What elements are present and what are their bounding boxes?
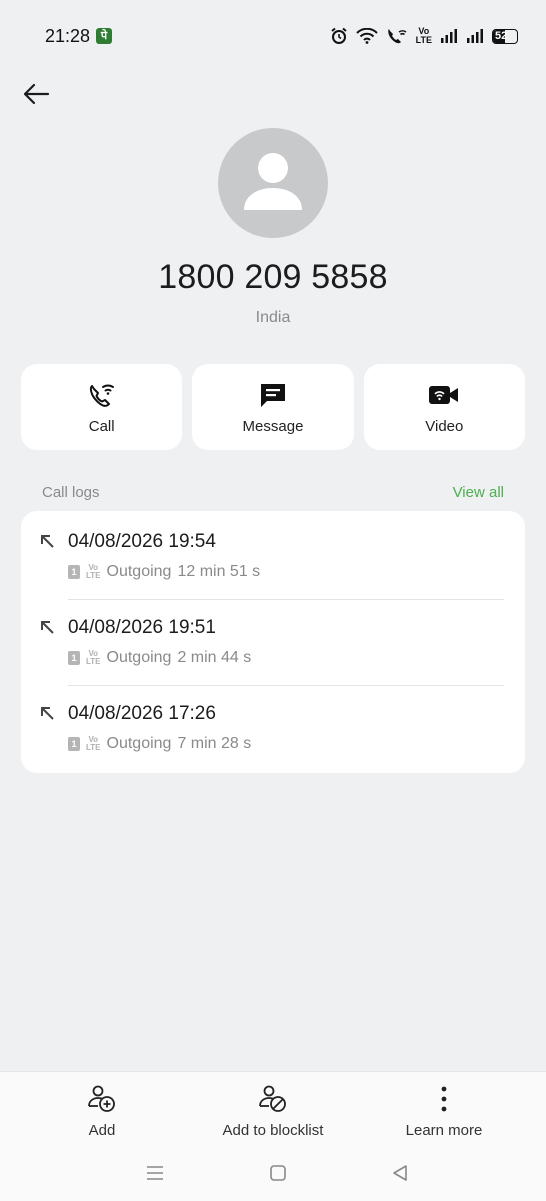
back-arrow-icon [23, 83, 50, 105]
action-buttons: Call Message Video [21, 364, 525, 450]
call-datetime: 04/08/2026 19:51 [68, 617, 216, 638]
signal-icon-2 [466, 28, 484, 44]
sim1-icon: 1 [68, 737, 80, 751]
message-button[interactable]: Message [192, 364, 354, 450]
wifi-call-icon [88, 380, 116, 410]
blocklist-label: Add to blocklist [222, 1122, 324, 1139]
call-logs-card: 04/08/2026 19:54 1 Vo LTE Outgoing 12 min… [21, 511, 525, 773]
home-icon[interactable] [266, 1162, 290, 1184]
battery-level: 52 [495, 29, 508, 42]
add-contact-icon [87, 1084, 117, 1114]
phonepe-notification-icon: पे [96, 28, 112, 44]
outgoing-call-icon [39, 705, 55, 726]
wifi-calling-icon [386, 27, 408, 45]
call-duration: 12 min 51 s [177, 563, 261, 580]
video-label: Video [425, 417, 464, 435]
video-button[interactable]: Video [363, 364, 525, 450]
status-time: 21:28 [45, 26, 91, 46]
volte-icon: Vo LTE [86, 735, 101, 752]
call-log-item[interactable]: 04/08/2026 19:51 1 Vo LTE Outgoing 2 min … [21, 597, 525, 683]
battery-icon: 52 [492, 28, 518, 44]
system-navigation-bar [0, 1162, 546, 1184]
learn-more-button[interactable]: Learn more [364, 1084, 524, 1139]
call-meta: 1 Vo LTE Outgoing 2 min 44 s [68, 649, 251, 667]
alarm-icon [330, 27, 348, 45]
bottom-action-bar: Add Add to blocklist Learn more [0, 1071, 546, 1201]
status-bar: 21:28 पे Vo LTE 52 [0, 0, 546, 72]
volte-icon: Vo LTE [86, 563, 101, 580]
message-label: Message [242, 417, 304, 435]
call-duration: 2 min 44 s [177, 649, 252, 666]
volte-icon: Vo LTE [86, 649, 101, 666]
view-all-link[interactable]: View all [453, 484, 504, 501]
add-contact-button[interactable]: Add [22, 1084, 182, 1139]
avatar [218, 128, 328, 238]
sim1-icon: 1 [68, 651, 80, 665]
call-duration: 7 min 28 s [177, 735, 252, 752]
learn-more-label: Learn more [405, 1122, 483, 1139]
menu-icon[interactable] [143, 1162, 167, 1184]
call-type: Outgoing [106, 563, 172, 580]
location-label: India [255, 309, 291, 326]
call-meta: 1 Vo LTE Outgoing 12 min 51 s [68, 563, 260, 581]
wifi-icon [355, 28, 378, 44]
status-icons: Vo LTE 52 [330, 24, 518, 48]
block-contact-icon [258, 1084, 288, 1114]
call-log-item[interactable]: 04/08/2026 17:26 1 Vo LTE Outgoing 7 min … [21, 683, 525, 769]
volte-icon: Vo LTE [415, 26, 432, 45]
call-logs-header: Call logs View all [42, 484, 504, 501]
back-button[interactable] [18, 78, 54, 110]
signal-icon [440, 28, 458, 44]
call-type: Outgoing [106, 649, 172, 666]
add-label: Add [88, 1122, 116, 1139]
call-datetime: 04/08/2026 19:54 [68, 531, 216, 552]
video-icon [428, 380, 460, 410]
call-logs-title: Call logs [42, 484, 100, 501]
more-vertical-icon [439, 1084, 449, 1114]
sim1-icon: 1 [68, 565, 80, 579]
add-to-blocklist-button[interactable]: Add to blocklist [193, 1084, 353, 1139]
call-meta: 1 Vo LTE Outgoing 7 min 28 s [68, 735, 251, 753]
call-button[interactable]: Call [21, 364, 183, 450]
message-icon [259, 380, 287, 410]
outgoing-call-icon [39, 533, 55, 554]
phone-number: 1800 209 5858 [158, 258, 388, 296]
call-datetime: 04/08/2026 17:26 [68, 703, 216, 724]
outgoing-call-icon [39, 619, 55, 640]
back-triangle-icon[interactable] [388, 1162, 412, 1184]
call-type: Outgoing [106, 735, 172, 752]
call-label: Call [88, 417, 115, 435]
call-log-item[interactable]: 04/08/2026 19:54 1 Vo LTE Outgoing 12 min… [21, 511, 525, 597]
person-icon [244, 153, 302, 210]
